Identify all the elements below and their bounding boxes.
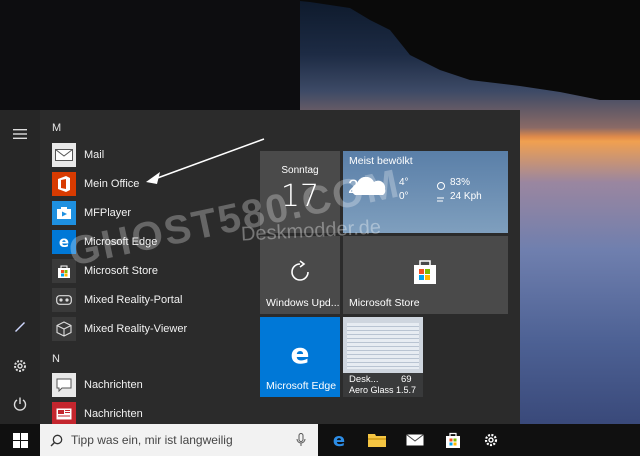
microphone-icon[interactable]	[296, 433, 306, 447]
settings-icon[interactable]	[474, 424, 508, 456]
mail-icon[interactable]	[398, 424, 432, 456]
edge-icon[interactable]: e	[322, 424, 356, 456]
explorer-icon[interactable]	[360, 424, 394, 456]
store-icon[interactable]	[436, 424, 470, 456]
search-icon	[50, 434, 63, 447]
search-placeholder: Tipp was ein, mir ist langweilig	[71, 433, 233, 447]
taskbar: Tipp was ein, mir ist langweilig e	[0, 424, 640, 456]
windows-start-icon[interactable]	[3, 424, 37, 456]
taskbar-search-box[interactable]: Tipp was ein, mir ist langweilig	[40, 424, 318, 456]
